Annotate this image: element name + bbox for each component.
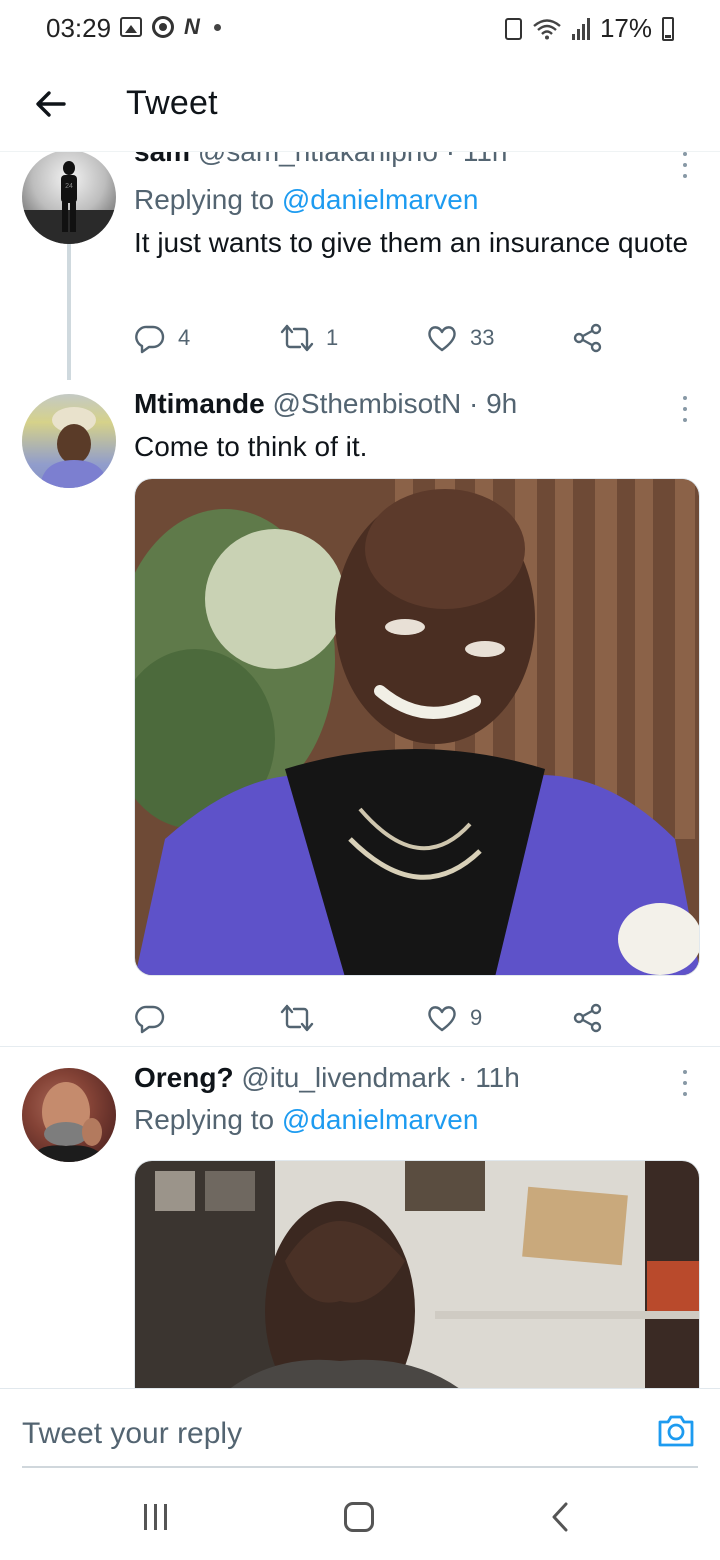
tweet-image[interactable]	[134, 1160, 700, 1388]
replying-to: Replying to @danielmarven	[134, 1104, 478, 1136]
top-app-bar: Tweet	[0, 58, 720, 152]
chrome-icon	[152, 16, 174, 38]
notification-icons: N	[120, 16, 221, 38]
author-handle[interactable]: @itu_livendmark	[241, 1062, 450, 1093]
gallery-icon	[120, 17, 142, 37]
svg-text:24: 24	[65, 183, 73, 190]
separator: ·	[458, 1062, 468, 1093]
tweet-time: 9h	[486, 388, 518, 419]
retweet-icon	[280, 324, 314, 352]
share-icon	[573, 323, 602, 353]
mention-link[interactable]: @danielmarven	[282, 184, 479, 215]
replying-to-prefix: Replying to	[134, 1104, 275, 1135]
recent-apps-icon[interactable]	[144, 1504, 167, 1530]
n-app-icon: N	[184, 14, 200, 39]
more-options-icon[interactable]	[680, 1070, 690, 1096]
more-options-icon[interactable]	[680, 152, 690, 178]
status-bar: 03:29 N 17%	[0, 0, 720, 58]
separator: ·	[446, 152, 455, 167]
tweet-text: Come to think of it.	[134, 431, 368, 462]
like-count: 9	[470, 1005, 483, 1030]
reply-input[interactable]: Tweet your reply	[22, 1417, 242, 1451]
tweet-time: 11h	[463, 152, 508, 167]
battery-icon	[662, 16, 674, 41]
thread-line	[67, 244, 71, 380]
tweet-card[interactable]: Mtimande @SthembisotN · 9h Come to think…	[0, 388, 720, 1046]
tweet-actions: 4 1 33	[134, 318, 614, 358]
like-count: 33	[470, 325, 495, 350]
author-name[interactable]: Mtimande	[134, 388, 265, 419]
tweet-header: Mtimande @SthembisotN · 9h	[134, 388, 517, 420]
like-button[interactable]: 9	[426, 998, 482, 1038]
tweet-header: Oreng? @itu_livendmark · 11h	[134, 1062, 520, 1094]
wifi-icon	[532, 18, 562, 40]
tweet-header: sam @sam_ntlakanipho · 11h	[134, 152, 507, 168]
reply-count: 4	[178, 325, 191, 350]
reply-icon	[135, 1005, 165, 1034]
tweet-actions: 9	[134, 998, 614, 1038]
reply-input-underline	[22, 1466, 698, 1468]
more-notifications-dot-icon	[213, 23, 221, 31]
author-name[interactable]: Oreng?	[134, 1062, 234, 1093]
avatar[interactable]: 24	[22, 152, 116, 244]
reply-button[interactable]: 4	[134, 318, 190, 358]
like-button[interactable]: 33	[426, 318, 494, 358]
reply-feed[interactable]: 24 sam @sam_ntlakanipho · 11h Replying t…	[0, 152, 720, 1388]
tweet-time: 11h	[475, 1062, 520, 1093]
status-right: 17%	[504, 13, 674, 44]
page-title: Tweet	[126, 84, 218, 122]
system-nav-bar	[0, 1470, 720, 1560]
retweet-count: 1	[326, 325, 339, 350]
heart-icon	[428, 1006, 456, 1032]
retweet-button[interactable]: 1	[280, 318, 338, 358]
signal-icon	[571, 17, 590, 40]
avatar[interactable]	[22, 1068, 116, 1162]
avatar[interactable]	[22, 394, 116, 488]
tweet-image[interactable]	[134, 478, 700, 976]
arrow-left-icon[interactable]	[30, 82, 74, 126]
reply-icon	[135, 325, 165, 354]
separator: ·	[468, 388, 479, 419]
tweet-card[interactable]: 24 sam @sam_ntlakanipho · 11h Replying t…	[0, 152, 720, 388]
author-handle[interactable]: @sam_ntlakanipho	[198, 152, 438, 167]
divider	[0, 1046, 720, 1047]
retweet-button[interactable]	[280, 998, 326, 1038]
reply-composer[interactable]: Tweet your reply	[0, 1388, 720, 1468]
mention-link[interactable]: @danielmarven	[282, 1104, 479, 1135]
replying-to-prefix: Replying to	[134, 184, 275, 215]
author-name[interactable]: sam	[134, 152, 190, 167]
camera-icon[interactable]	[656, 1411, 696, 1451]
tweet-card[interactable]: Oreng? @itu_livendmark · 11h Replying to…	[0, 1062, 720, 1388]
reply-button[interactable]	[134, 998, 178, 1038]
share-button[interactable]	[572, 318, 604, 358]
tweet-text: It just wants to give them an insurance …	[134, 227, 689, 258]
author-handle[interactable]: @SthembisotN	[272, 388, 461, 419]
share-icon	[573, 1003, 602, 1033]
more-options-icon[interactable]	[680, 396, 690, 422]
retweet-icon	[280, 1004, 314, 1032]
heart-icon	[428, 326, 456, 352]
battery-percent: 17%	[599, 13, 652, 43]
back-icon[interactable]	[548, 1500, 572, 1534]
home-icon[interactable]	[344, 1502, 374, 1532]
status-time: 03:29	[46, 13, 112, 43]
replying-to: Replying to @danielmarven	[134, 184, 478, 216]
lock-icon	[504, 17, 522, 40]
share-button[interactable]	[572, 998, 604, 1038]
